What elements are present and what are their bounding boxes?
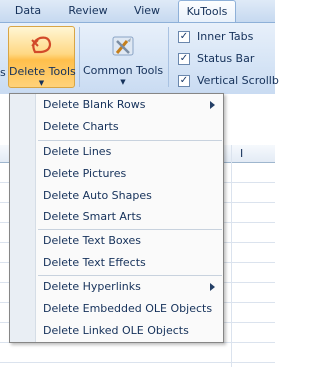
submenu-arrow-icon bbox=[209, 95, 217, 115]
checkbox-label: Status Bar bbox=[197, 52, 255, 65]
menu-separator bbox=[38, 229, 222, 230]
menu-item-delete-hyperlinks[interactable]: Delete Hyperlinks bbox=[43, 277, 141, 297]
menu-item-delete-embedded-ole-objects[interactable]: Delete Embedded OLE Objects bbox=[43, 299, 212, 319]
menu-item-delete-auto-shapes[interactable]: Delete Auto Shapes bbox=[43, 186, 152, 206]
ribbon-tab-bar: Data Review View KuTools bbox=[0, 0, 275, 22]
checkbox-checked-icon[interactable]: ✓ bbox=[178, 31, 190, 43]
checkbox-checked-icon[interactable]: ✓ bbox=[178, 75, 190, 87]
menu-separator bbox=[38, 140, 222, 141]
tab-kutools[interactable]: KuTools bbox=[178, 0, 236, 22]
common-tools-button[interactable]: Common Tools ▼ bbox=[83, 26, 163, 88]
delete-tools-dropdown-arrow-icon: ▼ bbox=[38, 79, 45, 87]
submenu-arrow-icon bbox=[209, 277, 217, 297]
checkbox-checked-icon[interactable]: ✓ bbox=[178, 53, 190, 65]
menu-item-delete-linked-ole-objects[interactable]: Delete Linked OLE Objects bbox=[43, 321, 189, 341]
checkbox-label: Vertical Scrollb bbox=[197, 74, 279, 87]
delete-tools-icon bbox=[30, 36, 51, 54]
grid-line bbox=[231, 145, 232, 367]
delete-tools-button[interactable]: Delete Tools ▼ bbox=[8, 26, 76, 88]
tab-view[interactable]: View bbox=[126, 0, 168, 22]
menu-item-delete-charts[interactable]: Delete Charts bbox=[43, 117, 119, 137]
menu-separator bbox=[38, 275, 222, 276]
column-header-label[interactable]: I bbox=[240, 147, 243, 160]
common-tools-label: Common Tools bbox=[83, 64, 164, 77]
menu-item-delete-blank-rows[interactable]: Delete Blank Rows bbox=[43, 95, 145, 115]
group-divider bbox=[79, 27, 80, 87]
checkbox-label: Inner Tabs bbox=[197, 30, 254, 43]
delete-tools-label: Delete Tools bbox=[9, 65, 76, 78]
group-divider bbox=[168, 27, 169, 87]
menu-item-delete-lines[interactable]: Delete Lines bbox=[43, 142, 111, 162]
delete-tools-menu: Delete Blank Rows Delete Charts Delete L… bbox=[9, 93, 224, 343]
menu-item-delete-smart-arts[interactable]: Delete Smart Arts bbox=[43, 207, 142, 227]
menu-item-delete-text-effects[interactable]: Delete Text Effects bbox=[43, 253, 146, 273]
partial-button-label: s bbox=[0, 66, 6, 79]
grid-line bbox=[0, 362, 275, 363]
tab-review[interactable]: Review bbox=[62, 0, 114, 22]
ribbon-panel: s Delete Tools ▼ Common Tools ▼ ✓ Inner … bbox=[0, 22, 279, 94]
tab-data[interactable]: Data bbox=[8, 0, 48, 22]
menu-icon-gutter bbox=[10, 94, 36, 342]
wrench-screwdriver-icon bbox=[112, 36, 134, 56]
menu-item-delete-text-boxes[interactable]: Delete Text Boxes bbox=[43, 231, 141, 251]
menu-item-delete-pictures[interactable]: Delete Pictures bbox=[43, 164, 126, 184]
common-tools-dropdown-arrow-icon: ▼ bbox=[120, 78, 126, 86]
